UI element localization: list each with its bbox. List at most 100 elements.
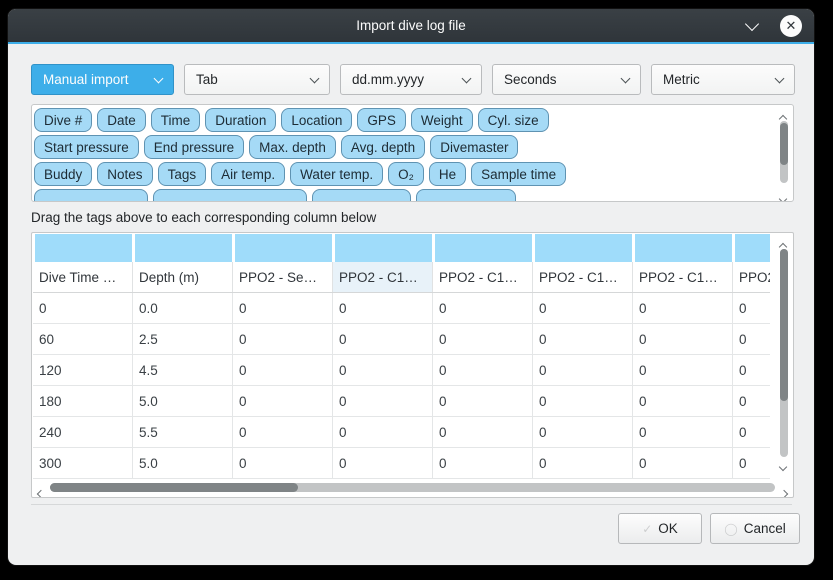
scroll-up-icon[interactable] [780, 109, 788, 117]
table-cell: 0.0 [133, 293, 233, 323]
table-cell: 0 [233, 386, 333, 416]
column-header[interactable]: PPO2 - C1… [633, 262, 733, 292]
ok-button[interactable]: ✓ OK [618, 513, 702, 544]
duration-format-select[interactable]: Seconds [492, 64, 641, 95]
table-cell: 300 [33, 448, 133, 478]
tag-pill[interactable]: Notes [97, 162, 152, 186]
chevron-down-icon [745, 16, 759, 30]
tag-pill-clipped[interactable] [312, 189, 411, 202]
tag-pill[interactable]: Buddy [34, 162, 92, 186]
tag-pill[interactable]: Max. depth [249, 135, 336, 159]
close-button[interactable]: ✕ [780, 15, 802, 37]
column-drop-target[interactable] [535, 234, 632, 262]
tag-pill[interactable]: Start pressure [34, 135, 139, 159]
table-cell: 0 [433, 417, 533, 447]
scroll-left-icon[interactable] [36, 484, 44, 492]
table-cell: 0 [733, 386, 770, 416]
table-viewport: Dive Time …Depth (m)PPO2 - Se…PPO2 - C1…… [33, 234, 770, 479]
table-cell: 0 [233, 324, 333, 354]
table-cell: 0 [333, 355, 433, 385]
tag-pill[interactable]: Location [281, 108, 352, 132]
table-cell: 0 [633, 417, 733, 447]
chevron-down-icon [154, 73, 164, 83]
column-header[interactable]: Depth (m) [133, 262, 233, 292]
column-header[interactable]: PPO2 [733, 262, 770, 292]
table-vertical-scrollbar[interactable] [778, 237, 790, 475]
tag-pill[interactable]: Divemaster [430, 135, 518, 159]
scrollbar-thumb[interactable] [50, 483, 298, 492]
tag-pill[interactable]: Weight [411, 108, 473, 132]
tag-pill[interactable]: Duration [205, 108, 276, 132]
table-cell: 240 [33, 417, 133, 447]
tag-palette-scrollbar[interactable] [778, 107, 790, 199]
import-mode-select-value: Manual import [43, 72, 129, 87]
chevron-down-icon [310, 73, 320, 83]
table-cell: 0 [333, 386, 433, 416]
field-separator-select-value: Tab [196, 72, 218, 87]
table-cell: 0 [533, 355, 633, 385]
column-drop-target[interactable] [35, 234, 132, 262]
table-horizontal-scrollbar[interactable] [34, 481, 791, 495]
column-header[interactable]: PPO2 - C1… [333, 262, 433, 292]
column-header[interactable]: PPO2 - Se… [233, 262, 333, 292]
titlebar[interactable]: Import dive log file ✕ [8, 9, 814, 42]
cancel-button[interactable]: ◯ Cancel [710, 513, 800, 544]
table-cell: 0 [533, 324, 633, 354]
table-cell: 0 [433, 324, 533, 354]
table-cell: 0 [433, 386, 533, 416]
import-mode-select[interactable]: Manual import [31, 64, 174, 95]
column-drop-target[interactable] [335, 234, 432, 262]
table-cell: 2.5 [133, 324, 233, 354]
column-drop-target[interactable] [735, 234, 771, 262]
column-drop-target[interactable] [635, 234, 732, 262]
date-format-select[interactable]: dd.mm.yyyy [340, 64, 482, 95]
chevron-down-icon [775, 73, 785, 83]
scroll-down-icon[interactable] [780, 189, 788, 197]
drag-instruction-label: Drag the tags above to each correspondin… [31, 210, 814, 225]
tag-pill[interactable]: Date [97, 108, 146, 132]
column-drop-target[interactable] [435, 234, 532, 262]
scrollbar-thumb[interactable] [780, 123, 788, 165]
column-drop-target[interactable] [135, 234, 232, 262]
tag-pill[interactable]: Air temp. [211, 162, 285, 186]
units-select-value: Metric [663, 72, 700, 87]
cancel-button-label: Cancel [744, 521, 786, 536]
column-header[interactable]: PPO2 - C1… [533, 262, 633, 292]
tag-pill[interactable]: Tags [158, 162, 207, 186]
column-drop-target[interactable] [235, 234, 332, 262]
tag-pill-clipped[interactable] [153, 189, 307, 202]
tag-pill[interactable]: Sample time [471, 162, 566, 186]
units-select[interactable]: Metric [651, 64, 795, 95]
scroll-down-icon[interactable] [780, 457, 786, 475]
tag-pill-clipped[interactable] [34, 189, 148, 202]
scroll-right-icon[interactable] [781, 484, 789, 492]
tag-pill[interactable]: GPS [357, 108, 406, 132]
table-row: 1805.0000000 [33, 386, 770, 417]
table-cell: 0 [533, 293, 633, 323]
table-cell: 60 [33, 324, 133, 354]
column-header[interactable]: PPO2 - C1… [433, 262, 533, 292]
tag-pill[interactable]: Avg. depth [341, 135, 425, 159]
column-drop-row [33, 234, 770, 262]
footer-divider [31, 504, 792, 505]
tag-pill[interactable]: O₂ [388, 162, 424, 186]
scrollbar-thumb[interactable] [780, 249, 788, 401]
shade-button[interactable] [742, 16, 762, 36]
table-row: 00.0000000 [33, 293, 770, 324]
tag-pill[interactable]: Water temp. [290, 162, 383, 186]
tag-pill[interactable]: Cyl. size [478, 108, 549, 132]
field-separator-select[interactable]: Tab [184, 64, 330, 95]
tag-pill[interactable]: End pressure [144, 135, 244, 159]
column-header[interactable]: Dive Time … [33, 262, 133, 292]
tag-pill-clipped[interactable] [416, 189, 516, 202]
table-cell: 0 [333, 324, 433, 354]
table-header-row: Dive Time …Depth (m)PPO2 - Se…PPO2 - C1…… [33, 262, 770, 293]
table-cell: 0 [733, 293, 770, 323]
tag-pill[interactable]: Time [151, 108, 201, 132]
table-cell: 0 [533, 448, 633, 478]
table-cell: 0 [433, 293, 533, 323]
tag-pill[interactable]: Dive # [34, 108, 92, 132]
import-dialog-window: Import dive log file ✕ Manual import Tab d… [8, 9, 814, 565]
table-cell: 0 [233, 448, 333, 478]
tag-pill[interactable]: He [429, 162, 466, 186]
